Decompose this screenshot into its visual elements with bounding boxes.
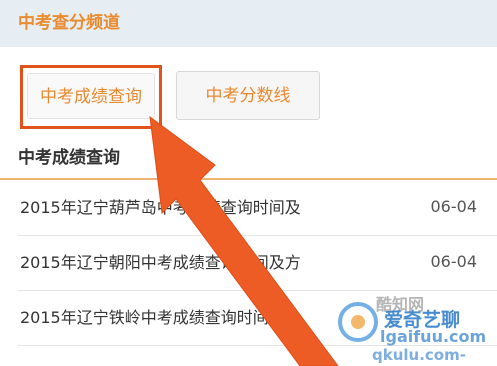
page: 中考查分频道 中考成绩查询 中考分数线 中考成绩查询 2015年辽宁葫芦岛中考成… bbox=[0, 0, 497, 366]
section-title: 中考成绩查询 bbox=[18, 148, 120, 168]
channel-title: 中考查分频道 bbox=[18, 13, 120, 33]
annotation-highlight-box bbox=[20, 65, 162, 129]
filter-score-line-button[interactable]: 中考分数线 bbox=[176, 71, 320, 120]
watermark-url: lgaifuu.com bbox=[380, 327, 487, 346]
news-item-title[interactable]: 2015年辽宁葫芦岛中考成绩查询时间及 bbox=[20, 195, 301, 221]
news-item-date: 06-04 bbox=[430, 197, 478, 216]
news-item-date: 06-04 bbox=[430, 252, 478, 271]
news-item[interactable]: 2015年辽宁朝阳中考成绩查询时间及方 06-04 bbox=[0, 237, 497, 291]
news-item-title[interactable]: 2015年辽宁铁岭中考成绩查询时间及 bbox=[20, 305, 285, 331]
row-divider bbox=[18, 290, 497, 291]
row-divider bbox=[18, 235, 497, 236]
watermark-url-secondary: qkulu.com- bbox=[372, 346, 466, 364]
news-item-title[interactable]: 2015年辽宁朝阳中考成绩查询时间及方 bbox=[20, 250, 301, 276]
section-divider bbox=[0, 178, 497, 180]
channel-header: 中考查分频道 bbox=[0, 0, 497, 47]
news-item[interactable]: 2015年辽宁葫芦岛中考成绩查询时间及 06-04 bbox=[0, 182, 497, 236]
